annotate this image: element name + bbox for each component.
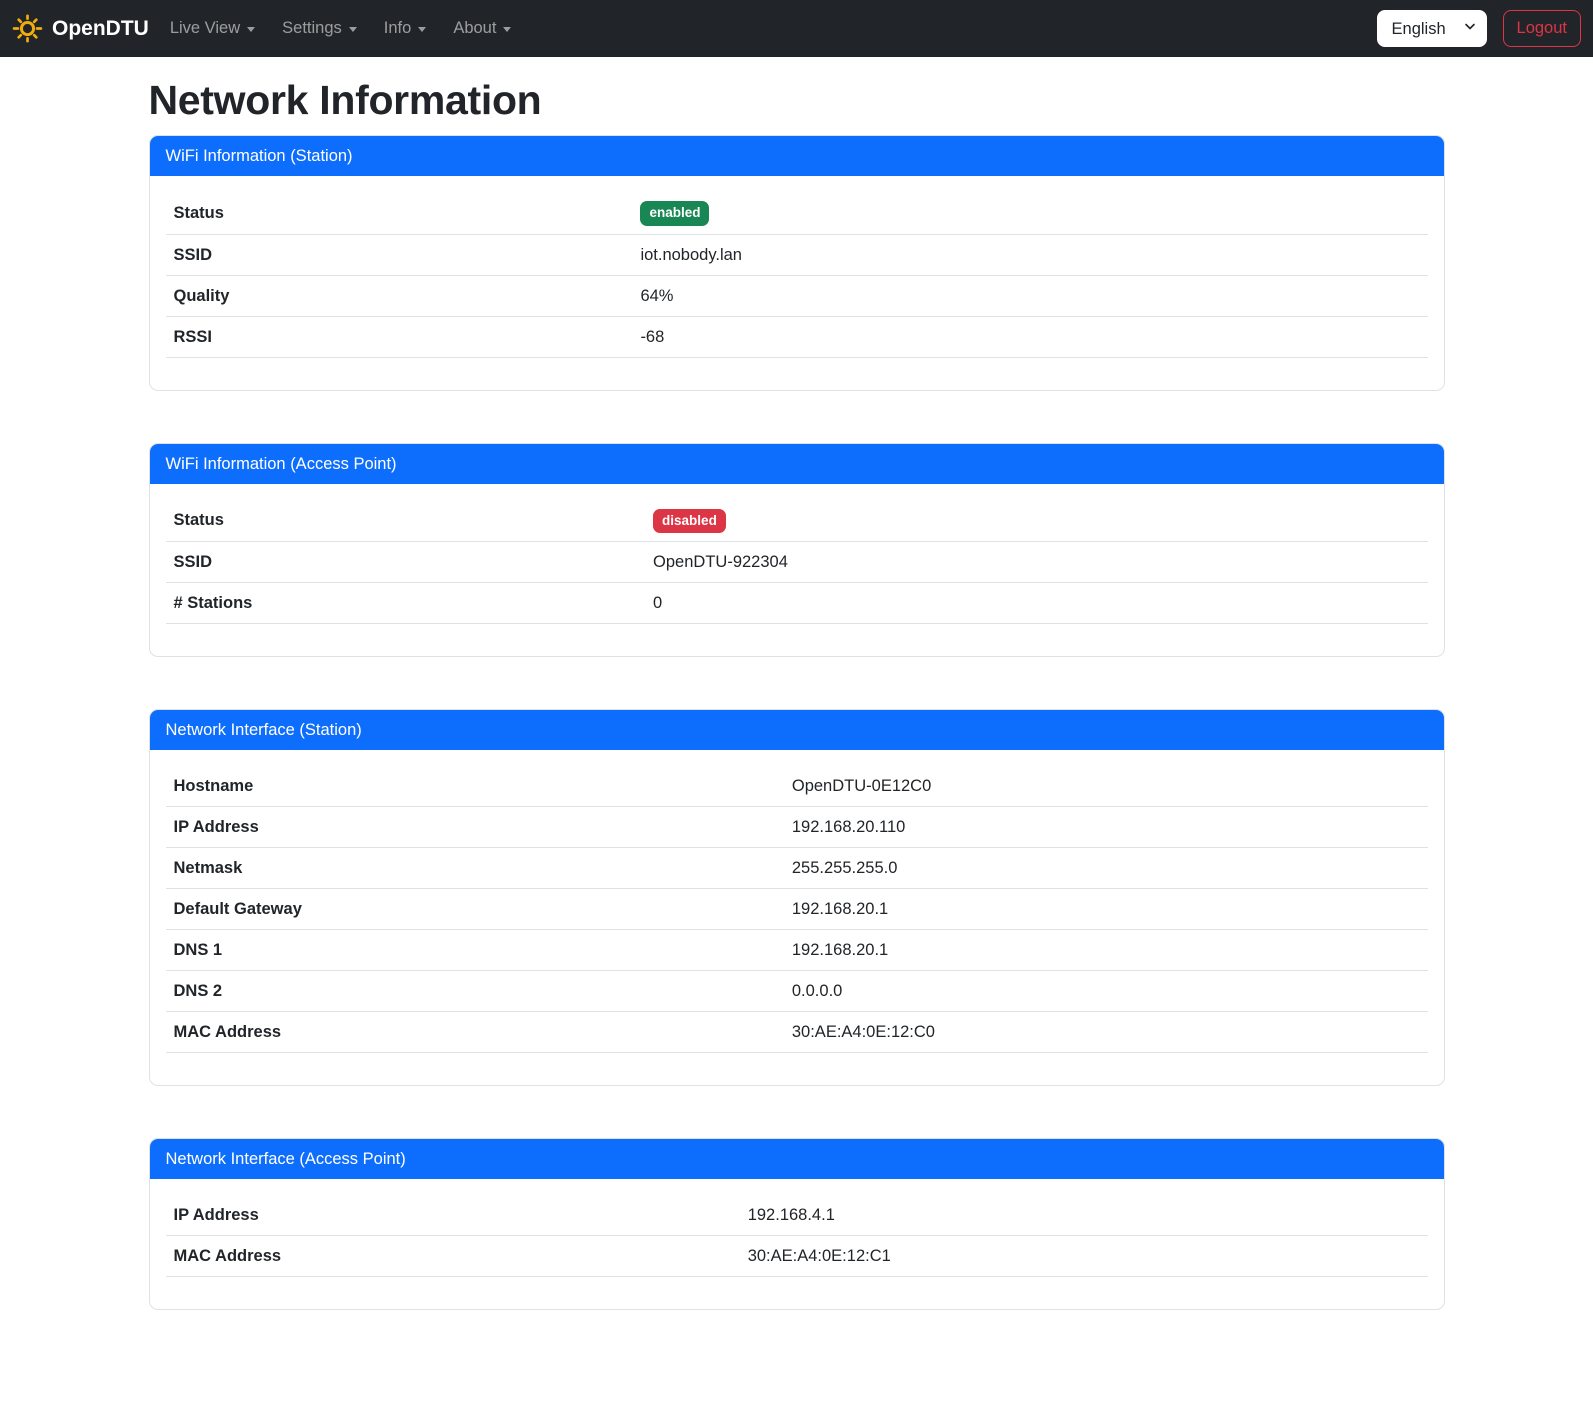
logout-button[interactable]: Logout xyxy=(1503,10,1581,47)
sun-icon xyxy=(12,13,43,44)
table-row: SSID OpenDTU-922304 xyxy=(166,542,1428,583)
row-value: 255.255.255.0 xyxy=(784,848,1428,889)
row-value: OpenDTU-922304 xyxy=(645,542,1427,583)
card-wifi-information-access-point: WiFi Information (Access Point) Status d… xyxy=(149,443,1445,658)
row-label: DNS 1 xyxy=(166,930,784,971)
card-network-interface-access-point: Network Interface (Access Point) IP Addr… xyxy=(149,1138,1445,1310)
card-header: Network Interface (Station) xyxy=(150,710,1444,750)
main-content: Network Information WiFi Information (St… xyxy=(137,57,1457,1402)
row-value: -68 xyxy=(632,316,1427,357)
table-row: DNS 1 192.168.20.1 xyxy=(166,930,1428,971)
info-table: IP Address 192.168.4.1 MAC Address 30:AE… xyxy=(166,1195,1428,1277)
table-row: Quality 64% xyxy=(166,275,1428,316)
brand-label: OpenDTU xyxy=(52,17,149,41)
table-row: IP Address 192.168.20.110 xyxy=(166,807,1428,848)
nav-item-info[interactable]: Info xyxy=(377,11,434,46)
info-table: Hostname OpenDTU-0E12C0 IP Address 192.1… xyxy=(166,766,1428,1053)
card-header: WiFi Information (Station) xyxy=(150,136,1444,176)
nav-item-settings[interactable]: Settings xyxy=(275,11,364,46)
status-badge: enabled xyxy=(640,201,709,226)
table-row: Netmask 255.255.255.0 xyxy=(166,848,1428,889)
caret-down-icon xyxy=(247,27,255,32)
table-row: MAC Address 30:AE:A4:0E:12:C1 xyxy=(166,1236,1428,1277)
card-wifi-information-station: WiFi Information (Station) Status enable… xyxy=(149,135,1445,391)
row-value: 30:AE:A4:0E:12:C1 xyxy=(740,1236,1428,1277)
table-row: RSSI -68 xyxy=(166,316,1428,357)
page-title: Network Information xyxy=(149,76,1445,125)
language-select[interactable]: English xyxy=(1377,10,1487,47)
row-label: Default Gateway xyxy=(166,889,784,930)
nav-item-live-view[interactable]: Live View xyxy=(163,11,262,46)
caret-down-icon xyxy=(418,27,426,32)
row-value: 30:AE:A4:0E:12:C0 xyxy=(784,1012,1428,1053)
card-body: Hostname OpenDTU-0E12C0 IP Address 192.1… xyxy=(150,750,1444,1085)
card-header: WiFi Information (Access Point) xyxy=(150,444,1444,484)
row-label: Status xyxy=(166,192,633,234)
row-label: Quality xyxy=(166,275,633,316)
caret-down-icon xyxy=(349,27,357,32)
nav-item-label: About xyxy=(453,19,496,38)
row-value: enabled xyxy=(632,192,1427,234)
row-label: IP Address xyxy=(166,1195,740,1236)
card-body: Status disabled SSID OpenDTU-922304 # St… xyxy=(150,484,1444,657)
nav-item-label: Settings xyxy=(282,19,342,38)
cards: WiFi Information (Station) Status enable… xyxy=(149,135,1445,1310)
row-value: 192.168.20.1 xyxy=(784,930,1428,971)
table-row: DNS 2 0.0.0.0 xyxy=(166,971,1428,1012)
row-label: IP Address xyxy=(166,807,784,848)
row-value: disabled xyxy=(645,500,1427,542)
navbar-right: English Logout xyxy=(1377,10,1581,47)
info-table: Status enabled SSID iot.nobody.lan Quali… xyxy=(166,192,1428,358)
nav-links: Live View Settings Info About xyxy=(163,11,532,46)
table-row: Status disabled xyxy=(166,500,1428,542)
table-row: Status enabled xyxy=(166,192,1428,234)
table-row: IP Address 192.168.4.1 xyxy=(166,1195,1428,1236)
info-table: Status disabled SSID OpenDTU-922304 # St… xyxy=(166,500,1428,625)
brand-link[interactable]: OpenDTU xyxy=(12,9,149,48)
row-label: RSSI xyxy=(166,316,633,357)
row-value: iot.nobody.lan xyxy=(632,234,1427,275)
row-value: 64% xyxy=(632,275,1427,316)
row-label: # Stations xyxy=(166,583,646,624)
row-label: DNS 2 xyxy=(166,971,784,1012)
row-value: 192.168.4.1 xyxy=(740,1195,1428,1236)
navbar: OpenDTU Live View Settings Info About En… xyxy=(0,0,1593,57)
table-row: Default Gateway 192.168.20.1 xyxy=(166,889,1428,930)
row-value: 0 xyxy=(645,583,1427,624)
row-label: Netmask xyxy=(166,848,784,889)
nav-item-about[interactable]: About xyxy=(446,11,518,46)
card-body: IP Address 192.168.4.1 MAC Address 30:AE… xyxy=(150,1179,1444,1309)
language-select-wrap: English xyxy=(1377,10,1487,47)
row-value: 0.0.0.0 xyxy=(784,971,1428,1012)
status-badge: disabled xyxy=(653,509,726,534)
row-label: SSID xyxy=(166,234,633,275)
card-body: Status enabled SSID iot.nobody.lan Quali… xyxy=(150,176,1444,390)
row-value: 192.168.20.110 xyxy=(784,807,1428,848)
table-row: # Stations 0 xyxy=(166,583,1428,624)
table-row: Hostname OpenDTU-0E12C0 xyxy=(166,766,1428,807)
table-row: SSID iot.nobody.lan xyxy=(166,234,1428,275)
row-value: 192.168.20.1 xyxy=(784,889,1428,930)
row-label: MAC Address xyxy=(166,1236,740,1277)
card-network-interface-station: Network Interface (Station) Hostname Ope… xyxy=(149,709,1445,1086)
nav-item-label: Info xyxy=(384,19,412,38)
row-value: OpenDTU-0E12C0 xyxy=(784,766,1428,807)
row-label: MAC Address xyxy=(166,1012,784,1053)
row-label: Status xyxy=(166,500,646,542)
row-label: SSID xyxy=(166,542,646,583)
row-label: Hostname xyxy=(166,766,784,807)
card-header: Network Interface (Access Point) xyxy=(150,1139,1444,1179)
caret-down-icon xyxy=(503,27,511,32)
nav-item-label: Live View xyxy=(170,19,240,38)
table-row: MAC Address 30:AE:A4:0E:12:C0 xyxy=(166,1012,1428,1053)
